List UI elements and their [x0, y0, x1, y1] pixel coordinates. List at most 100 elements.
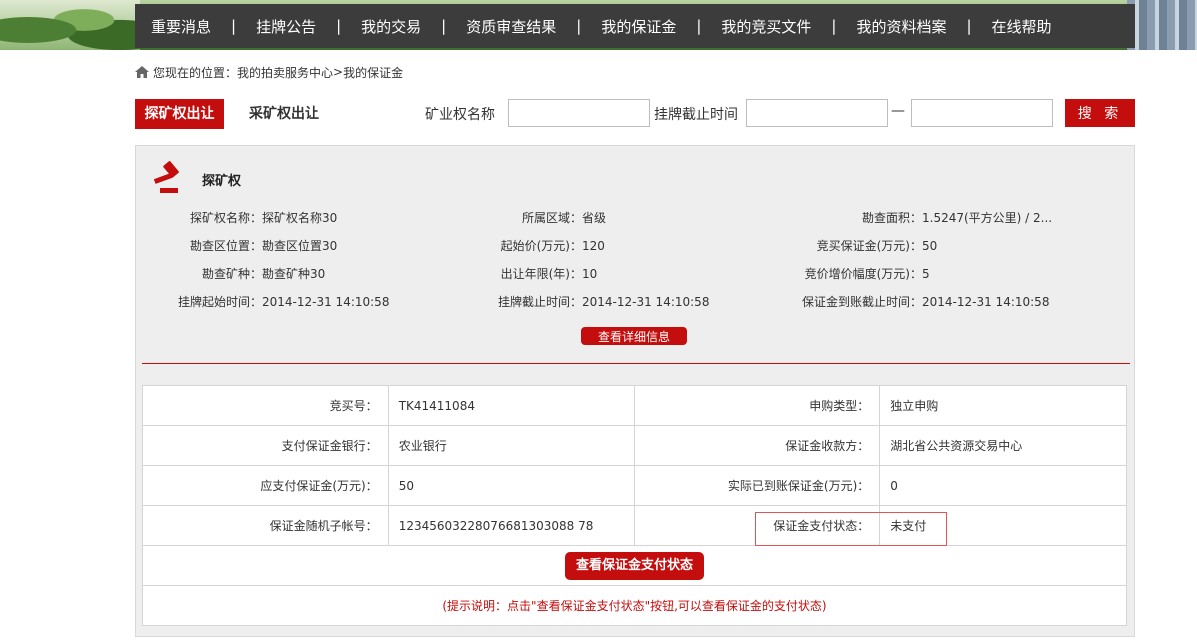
nav-separator: | — [441, 17, 447, 35]
mineral-name-label: 矿业权名称 — [425, 107, 495, 123]
home-icon — [135, 66, 149, 78]
cell-label: 竞买号： — [142, 385, 389, 426]
cell-label: 应支付保证金(万元)： — [142, 465, 389, 506]
cell-value: TK41411084 — [387, 385, 635, 426]
info-key: 所属区域： — [521, 211, 582, 225]
search-button[interactable]: 搜 索 — [1065, 99, 1135, 127]
date-range-dash: — — [891, 103, 905, 119]
info-key: 勘查区位置： — [189, 239, 262, 253]
info-row: 出让年限(年)：10 — [436, 265, 598, 282]
info-key: 挂牌截止时间： — [497, 295, 582, 309]
cell-label: 支付保证金银行： — [142, 425, 389, 466]
deposit-panel: 探矿权 探矿权名称：探矿权名称30 所属区域：省级 勘查面积：1.5247(平方… — [135, 145, 1135, 637]
info-row: 起始价(万元)：120 — [436, 237, 605, 254]
info-value: 2014-12-31 14:10:58 — [262, 295, 390, 309]
cell-value: 湖北省公共资源交易中心 — [879, 425, 1127, 466]
deadline-to-input[interactable] — [911, 99, 1053, 127]
deposit-table: 竞买号： TK41411084 申购类型： 独立申购 支付保证金银行： 农业银行… — [142, 385, 1127, 626]
table-row: (提示说明：点击"查看保证金支付状态"按钮,可以查看保证金的支付状态) — [142, 585, 1127, 626]
main-nav: 重要消息 | 挂牌公告 | 我的交易 | 资质审查结果 | 我的保证金 | 我的… — [135, 4, 1135, 48]
info-value: 120 — [582, 239, 605, 253]
breadcrumb: 您现在的位置： 我的拍卖服务中心 > 我的保证金 — [135, 63, 403, 81]
info-row: 所属区域：省级 — [436, 209, 606, 226]
nav-item-bid-files[interactable]: 我的竞买文件 — [721, 16, 811, 37]
table-row: 竞买号： TK41411084 申购类型： 独立申购 — [142, 385, 1127, 426]
table-row: 支付保证金银行： 农业银行 保证金收款方： 湖北省公共资源交易中心 — [142, 425, 1127, 466]
info-value: 50 — [922, 239, 938, 253]
tab-exploration-right[interactable]: 探矿权出让 — [135, 99, 224, 129]
nav-separator: | — [576, 17, 582, 35]
nav-separator: | — [696, 17, 702, 35]
info-row: 挂牌截止时间：2014-12-31 14:10:58 — [436, 293, 709, 310]
info-value: 5 — [922, 267, 930, 281]
nav-separator: | — [336, 17, 342, 35]
cell-value: 12345603228076681303088 78 — [387, 505, 635, 546]
hint-text: (提示说明：点击"查看保证金支付状态"按钮,可以查看保证金的支付状态) — [442, 599, 827, 613]
mineral-name-input[interactable] — [508, 99, 650, 127]
info-value: 勘查矿种30 — [262, 267, 326, 281]
cell-label: 保证金收款方： — [633, 425, 881, 466]
nav-item-listing[interactable]: 挂牌公告 — [256, 16, 316, 37]
hint-cell: (提示说明：点击"查看保证金支付状态"按钮,可以查看保证金的支付状态) — [142, 585, 1127, 626]
info-key: 出让年限(年)： — [500, 267, 582, 281]
check-payment-status-button[interactable]: 查看保证金支付状态 — [564, 551, 704, 580]
gavel-icon — [153, 161, 179, 193]
header-banner: 重要消息 | 挂牌公告 | 我的交易 | 资质审查结果 | 我的保证金 | 我的… — [0, 0, 1197, 50]
info-row: 竞价增价幅度(万元)：5 — [776, 265, 930, 282]
cell-value: 0 — [879, 465, 1127, 506]
breadcrumb-link-center[interactable]: 我的拍卖服务中心 — [237, 64, 333, 81]
nav-item-qualification[interactable]: 资质审查结果 — [466, 16, 556, 37]
nav-item-trades[interactable]: 我的交易 — [361, 16, 421, 37]
info-row: 探矿权名称：探矿权名称30 — [136, 209, 337, 226]
info-value: 勘查区位置30 — [262, 239, 338, 253]
info-key: 保证金到账截止时间： — [801, 295, 922, 309]
table-row: 保证金随机子帐号： 12345603228076681303088 78 保证金… — [142, 505, 1127, 546]
nav-separator: | — [966, 17, 972, 35]
info-row: 竞买保证金(万元)：50 — [776, 237, 938, 254]
nav-item-news[interactable]: 重要消息 — [151, 16, 211, 37]
status-highlight-box — [755, 512, 947, 546]
nav-item-deposit[interactable]: 我的保证金 — [601, 16, 676, 37]
cell-label: 保证金随机子帐号： — [142, 505, 389, 546]
info-row: 勘查区位置：勘查区位置30 — [136, 237, 337, 254]
info-value: 10 — [582, 267, 598, 281]
info-key: 勘查面积： — [861, 211, 922, 225]
section-divider — [142, 363, 1130, 364]
tab-mining-right[interactable]: 采矿权出让 — [249, 99, 319, 129]
cell-value: 50 — [387, 465, 635, 506]
info-row: 挂牌起始时间：2014-12-31 14:10:58 — [136, 293, 389, 310]
cell-label: 申购类型： — [633, 385, 881, 426]
table-row: 查看保证金支付状态 — [142, 545, 1127, 586]
info-key: 探矿权名称： — [189, 211, 262, 225]
cell-value: 独立申购 — [879, 385, 1127, 426]
info-value: 省级 — [582, 211, 607, 225]
nav-separator: | — [231, 17, 237, 35]
info-key: 挂牌起始时间： — [177, 295, 262, 309]
nav-item-help[interactable]: 在线帮助 — [992, 16, 1052, 37]
banner-city-image — [1127, 0, 1197, 50]
banner-trees-image — [0, 0, 140, 50]
breadcrumb-arrow: > — [333, 65, 344, 79]
info-key: 竞买保证金(万元)： — [816, 239, 922, 253]
pay-button-cell: 查看保证金支付状态 — [142, 545, 1127, 586]
deadline-from-input[interactable] — [746, 99, 888, 127]
info-value: 2014-12-31 14:10:58 — [922, 295, 1050, 309]
info-key: 勘查矿种： — [201, 267, 262, 281]
info-value: 1.5247(平方公里) / 2... — [922, 211, 1053, 225]
info-key: 竞价增价幅度(万元)： — [804, 267, 922, 281]
info-key: 起始价(万元)： — [500, 239, 582, 253]
breadcrumb-current: 我的保证金 — [343, 65, 404, 80]
nav-item-archive[interactable]: 我的资料档案 — [856, 16, 946, 37]
cell-value: 农业银行 — [387, 425, 635, 466]
info-value: 探矿权名称30 — [262, 211, 338, 225]
table-row: 应支付保证金(万元)： 50 实际已到账保证金(万元)： 0 — [142, 465, 1127, 506]
breadcrumb-prefix: 您现在的位置： — [153, 65, 238, 80]
info-row: 勘查面积：1.5247(平方公里) / 2... — [776, 209, 1052, 226]
nav-separator: | — [831, 17, 837, 35]
info-value: 2014-12-31 14:10:58 — [582, 295, 710, 309]
info-row: 保证金到账截止时间：2014-12-31 14:10:58 — [776, 293, 1049, 310]
info-row: 勘查矿种：勘查矿种30 — [136, 265, 325, 282]
cell-label: 实际已到账保证金(万元)： — [633, 465, 881, 506]
deadline-label: 挂牌截止时间 — [654, 107, 738, 123]
view-details-button[interactable]: 查看详细信息 — [581, 327, 687, 345]
